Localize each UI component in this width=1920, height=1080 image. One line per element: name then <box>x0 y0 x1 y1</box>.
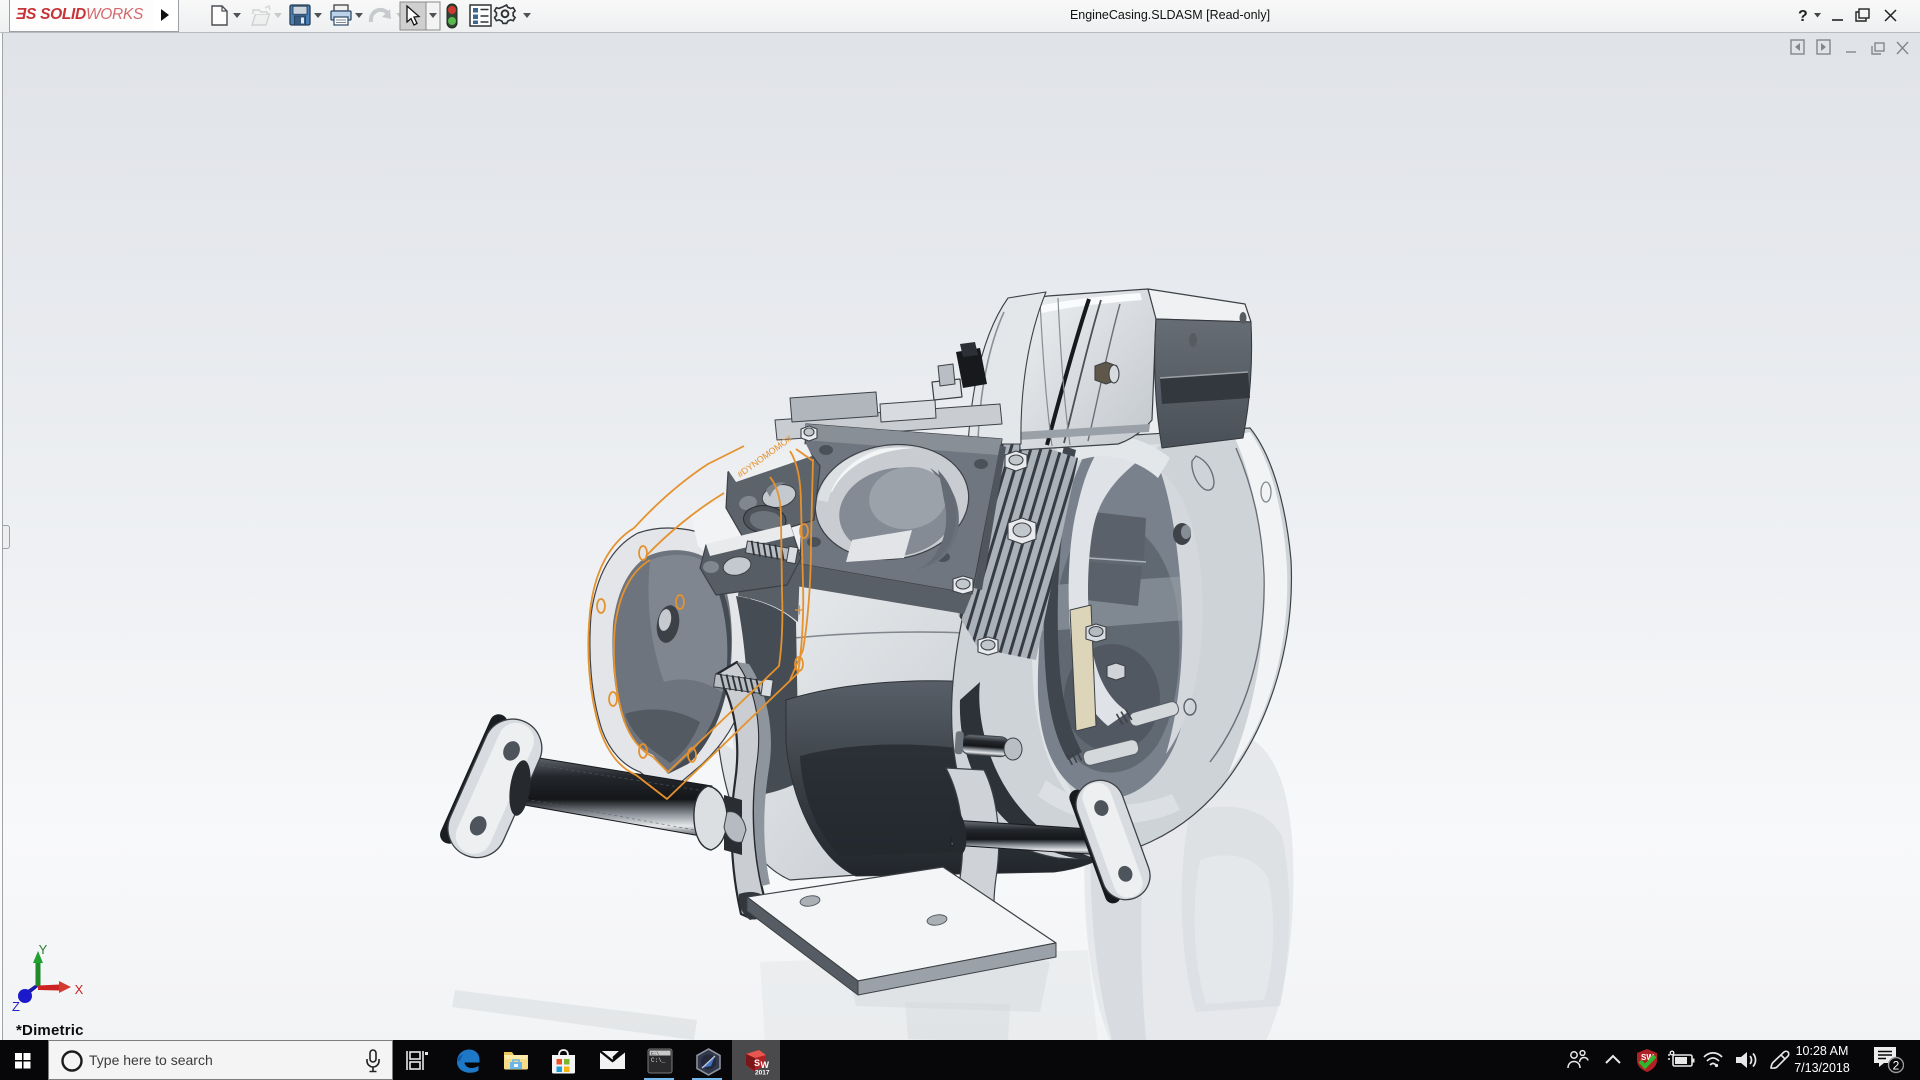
svg-text:W: W <box>761 1060 770 1070</box>
svg-text:X: X <box>75 982 84 997</box>
svg-text:C:\_: C:\_ <box>651 1057 666 1064</box>
svg-text:Z: Z <box>12 999 20 1014</box>
svg-text:Y: Y <box>39 942 48 957</box>
svg-text:2017: 2017 <box>755 1070 770 1076</box>
svg-text:S: S <box>754 1058 760 1068</box>
svg-text:?: ? <box>1798 8 1808 25</box>
svg-text:2: 2 <box>1893 1059 1900 1073</box>
